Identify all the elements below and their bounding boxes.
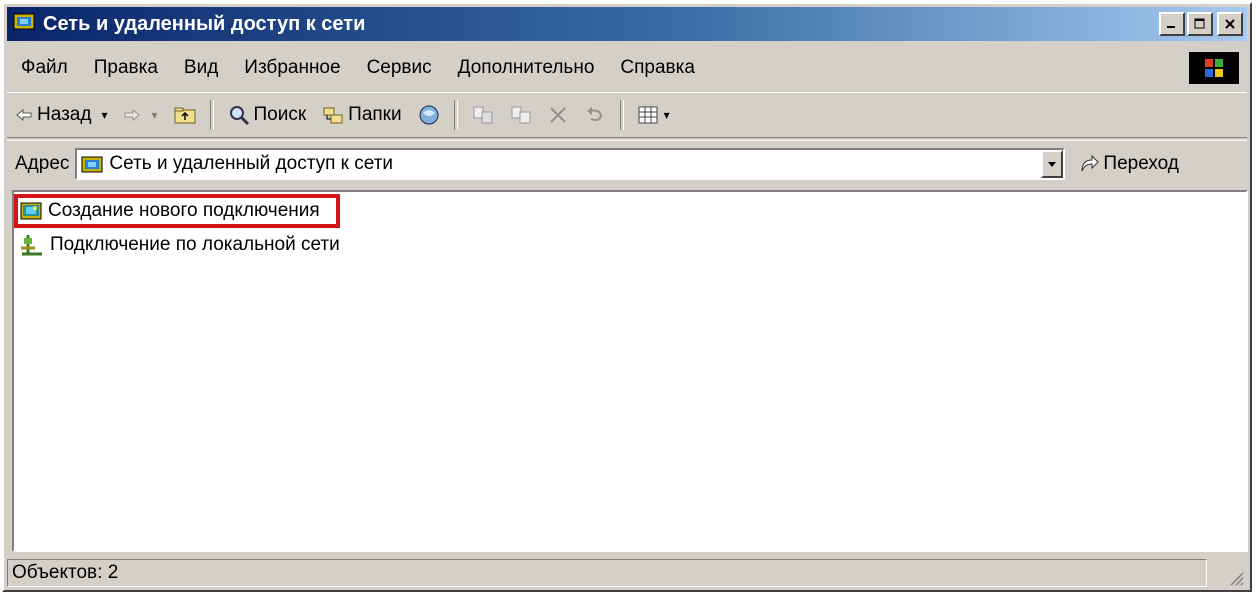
history-button[interactable]: [410, 104, 448, 126]
status-object-count: Объектов: 2: [7, 559, 1207, 587]
list-item-label: Создание нового подключения: [48, 200, 320, 221]
delete-button[interactable]: [540, 105, 576, 125]
standard-toolbar: Назад ▾ ▾ Поиск Папки ▾: [7, 92, 1247, 138]
back-button[interactable]: Назад ▾: [7, 104, 115, 126]
address-value: Сеть и удаленный доступ к сети: [109, 153, 394, 174]
views-icon: [638, 106, 658, 124]
toolbar-separator: [209, 100, 214, 130]
list-item-new-connection[interactable]: Создание нового подключения: [14, 194, 340, 228]
delete-icon: [549, 107, 566, 123]
history-icon: [419, 105, 439, 125]
folders-label: Папки: [348, 104, 402, 125]
status-bar: Объектов: 2: [7, 557, 1247, 589]
move-to-icon: [473, 106, 493, 124]
menu-bar: Файл Правка Вид Избранное Сервис Дополни…: [7, 48, 1247, 88]
back-label: Назад: [37, 104, 92, 125]
menu-favorites[interactable]: Избранное: [231, 57, 353, 79]
menu-file[interactable]: Файл: [7, 57, 81, 79]
forward-dropdown-icon[interactable]: ▾: [151, 108, 157, 122]
go-arrow-icon: [1081, 154, 1100, 172]
go-button[interactable]: Переход: [1079, 153, 1179, 175]
search-label: Поиск: [253, 104, 307, 125]
status-text: Объектов: 2: [12, 562, 119, 583]
lan-connection-icon: [21, 235, 42, 256]
up-folder-icon: [174, 107, 196, 124]
chevron-down-icon: [1048, 162, 1057, 167]
window-title: Сеть и удаленный доступ к сети: [43, 12, 366, 35]
move-to-button[interactable]: [464, 105, 502, 125]
go-label: Переход: [1103, 153, 1179, 174]
undo-button[interactable]: [576, 106, 614, 124]
network-folder-icon: [81, 156, 103, 173]
address-label: Адрес: [15, 153, 70, 174]
address-bar: Адрес Сеть и удаленный доступ к сети Пер…: [7, 140, 1247, 187]
forward-button[interactable]: ▾: [115, 108, 165, 122]
copy-to-icon: [511, 106, 531, 124]
views-button[interactable]: ▾: [630, 105, 678, 125]
menu-help[interactable]: Справка: [607, 57, 708, 79]
folders-button[interactable]: Папки: [314, 104, 409, 126]
resize-grip-icon[interactable]: [1225, 567, 1245, 587]
back-dropdown-icon[interactable]: ▾: [101, 108, 107, 122]
close-button[interactable]: [1217, 12, 1243, 36]
network-folder-icon: [13, 11, 35, 37]
forward-arrow-icon: [124, 108, 141, 122]
menu-view[interactable]: Вид: [171, 57, 231, 79]
toolbar-separator: [453, 100, 458, 130]
undo-icon: [586, 107, 602, 121]
maximize-button[interactable]: [1187, 12, 1213, 36]
list-item-label: Подключение по локальной сети: [50, 234, 340, 255]
back-arrow-icon: [16, 108, 32, 122]
copy-to-button[interactable]: [502, 105, 540, 125]
windows-logo-icon: [1189, 52, 1239, 84]
close-icon: [1225, 19, 1235, 29]
folders-icon: [323, 107, 343, 124]
menu-advanced[interactable]: Дополнительно: [445, 57, 608, 79]
search-button[interactable]: Поиск: [220, 104, 315, 126]
up-folder-button[interactable]: [166, 106, 204, 124]
toolbar-separator: [619, 100, 624, 130]
maximize-icon: [1194, 18, 1205, 29]
views-dropdown-icon[interactable]: ▾: [664, 108, 670, 122]
menu-edit[interactable]: Правка: [81, 57, 171, 79]
explorer-window: Сеть и удаленный доступ к сети Файл Прав…: [2, 2, 1252, 592]
minimize-icon: [1167, 26, 1175, 28]
address-input[interactable]: Сеть и удаленный доступ к сети: [75, 148, 1066, 180]
title-bar[interactable]: Сеть и удаленный доступ к сети: [7, 7, 1247, 41]
menu-tools[interactable]: Сервис: [354, 57, 445, 79]
address-dropdown-button[interactable]: [1041, 150, 1064, 178]
search-icon: [229, 106, 249, 126]
list-item-lan-connection[interactable]: Подключение по локальной сети: [18, 234, 340, 256]
new-connection-icon: [20, 202, 42, 220]
minimize-button[interactable]: [1159, 12, 1185, 36]
file-list-pane[interactable]: Создание нового подключения Подключение …: [12, 190, 1248, 552]
